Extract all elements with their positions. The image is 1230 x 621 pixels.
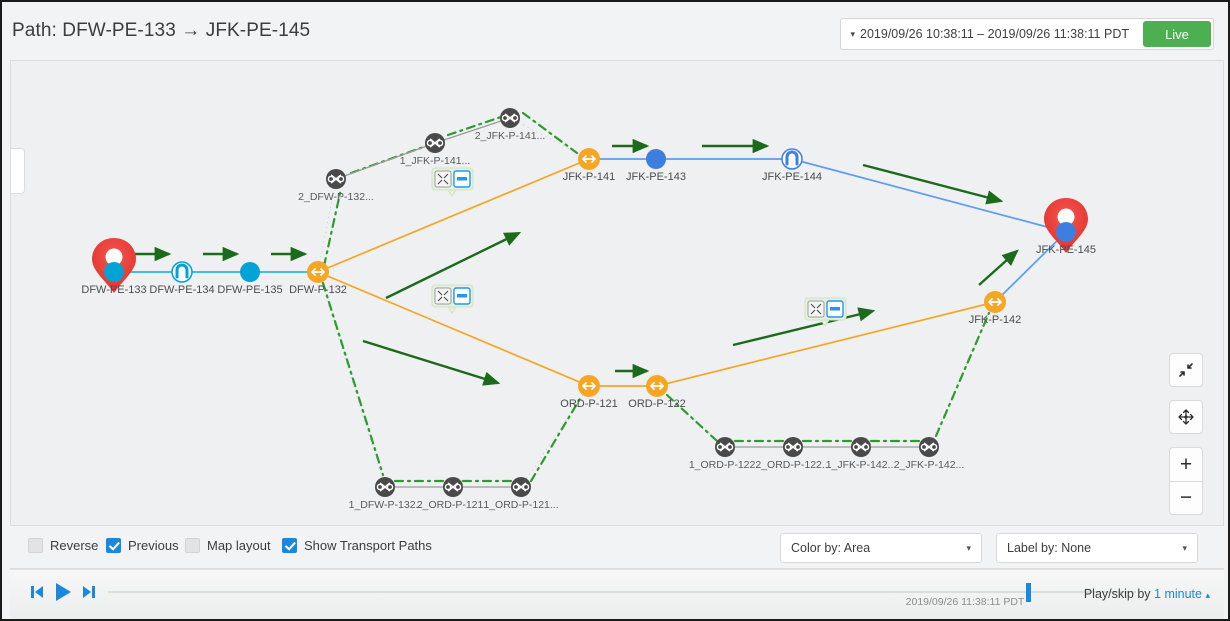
transport-node[interactable]: 2_DFW-P-132... [298, 169, 374, 203]
transport-node[interactable]: 1_JFK-P-141... [400, 133, 471, 167]
date-range-text: 2019/09/26 10:38:11 – 2019/09/26 11:38:1… [860, 27, 1129, 41]
checkbox-map-layout[interactable]: Map layout [185, 538, 271, 553]
path-visualization-window: Path: DFW-PE-133 → JFK-PE-145 ▾ 2019/09/… [0, 0, 1230, 621]
page-title: Path: DFW-PE-133 → JFK-PE-145 [12, 20, 311, 41]
node-ord-p-121[interactable]: ORD-P-121 [560, 375, 618, 410]
play-button[interactable] [52, 581, 74, 603]
checkbox-label: Previous [128, 538, 179, 553]
fit-to-view-icon [434, 170, 452, 188]
node-dfw-pe-133[interactable]: DFW-PE-133 [81, 238, 147, 296]
chevron-down-icon: ▾ [966, 542, 971, 553]
zoom-in-button[interactable]: + [1169, 447, 1203, 481]
header-bar: Path: DFW-PE-133 → JFK-PE-145 ▾ 2019/09/… [2, 2, 1228, 60]
fit-to-view-icon [434, 287, 452, 305]
path-widgets[interactable] [431, 167, 847, 327]
transport-node-label: 2_ORD-P-122... [755, 459, 830, 471]
node-label: DFW-P-132 [289, 284, 347, 296]
zoom-out-button[interactable]: − [1169, 481, 1203, 515]
color-by-label: Color by: Area [791, 541, 871, 555]
live-button[interactable]: Live [1143, 21, 1211, 47]
transport-node-label: 1_DFW-P-132.. [349, 499, 422, 511]
node-dfw-pe-135[interactable]: DFW-PE-135 [217, 262, 283, 296]
skip-to-end-button[interactable] [80, 582, 98, 602]
node-label: ORD-P-122 [628, 398, 685, 410]
transport-node[interactable]: 1_ORD-P-121... [483, 477, 559, 511]
transport-node-label: 2_ORD-P-121.. [417, 499, 489, 511]
node-label: JFK-PE-143 [626, 171, 686, 183]
transport-node[interactable]: 2_ORD-P-121.. [417, 477, 489, 511]
play-skip-prefix: Play/skip by [1083, 587, 1151, 601]
checkbox-box[interactable] [185, 538, 200, 553]
p-router-nodes[interactable]: DFW-P-132 JFK-P-141 JFK-P-142 ORD-P-121 [289, 148, 1021, 410]
color-by-select[interactable]: Color by: Area ▾ [780, 533, 982, 563]
collapse-arrows-icon [1179, 363, 1193, 377]
play-icon [56, 583, 71, 601]
checkbox-show-transport-paths[interactable]: Show Transport Paths [282, 538, 432, 553]
fit-to-view-icon [807, 300, 825, 318]
node-label: ORD-P-121 [560, 398, 617, 410]
four-way-arrow-icon [1178, 409, 1194, 425]
node-jfk-pe-144[interactable]: JFK-PE-144 [762, 148, 822, 183]
transport-node-label: 1_ORD-P-121... [483, 499, 558, 511]
checkbox-box[interactable] [106, 538, 121, 553]
checkbox-reverse[interactable]: Reverse [28, 538, 98, 553]
play-skip-value[interactable]: 1 minute [1154, 587, 1202, 601]
pan-button[interactable] [1169, 400, 1203, 434]
transport-node[interactable]: 2_JFK-P-141... [475, 108, 546, 142]
node-jfk-p-141[interactable]: JFK-P-141 [563, 148, 616, 183]
transport-nodes[interactable]: 2_DFW-P-132... 1_JFK-P-141... 2_JFK-P-14… [298, 108, 964, 511]
chevron-down-icon[interactable]: ▾ [841, 19, 860, 49]
skip-to-end-icon [83, 586, 95, 598]
path-widget-right[interactable] [804, 297, 847, 327]
node-dfw-p-132[interactable]: DFW-P-132 [289, 261, 347, 296]
node-dfw-pe-134[interactable]: DFW-PE-134 [149, 261, 215, 296]
network-path-graph: DFW-P-132 JFK-P-141 JFK-P-142 ORD-P-121 [81, 108, 1096, 511]
path-widget-mid[interactable] [431, 284, 474, 314]
transport-node-label: 1_JFK-P-142... [826, 459, 897, 471]
transport-node[interactable]: 1_DFW-P-132.. [349, 477, 422, 511]
checkbox-box[interactable] [282, 538, 297, 553]
node-jfk-pe-143[interactable]: JFK-PE-143 [626, 149, 686, 183]
node-label: DFW-PE-133 [81, 284, 146, 296]
node-label: JFK-P-141 [563, 171, 616, 183]
link-jfk142-145 [994, 231, 1067, 303]
checkbox-label: Show Transport Paths [304, 538, 432, 553]
node-label: JFK-PE-144 [762, 171, 822, 183]
path-widget-top[interactable] [431, 167, 474, 197]
chevron-up-icon[interactable]: ▴ [1205, 590, 1210, 600]
node-label: DFW-PE-135 [217, 284, 282, 296]
timeline-player-bar: 2019/09/26 11:38:11 PDT Play/skip by 1 m… [10, 569, 1224, 619]
checkbox-box[interactable] [28, 538, 43, 553]
options-bar: Reverse Previous Map layout Show Transpo… [10, 527, 1224, 569]
skip-to-start-icon [31, 586, 43, 598]
drawer-pull-handle[interactable] [11, 148, 25, 194]
checkbox-label: Reverse [50, 538, 99, 553]
node-jfk-p-142[interactable]: JFK-P-142 [969, 291, 1022, 326]
transport-node[interactable]: 1_ORD-P-122.. [689, 437, 761, 471]
skip-to-start-button[interactable] [28, 582, 46, 602]
transport-node-label: 1_ORD-P-122.. [689, 459, 761, 471]
label-by-label: Label by: None [1007, 541, 1092, 555]
node-label: DFW-PE-134 [149, 284, 214, 296]
checkbox-label: Map layout [207, 538, 271, 553]
transport-node[interactable]: 2_ORD-P-122... [755, 437, 831, 471]
node-label: JFK-PE-145 [1036, 244, 1096, 256]
label-by-select[interactable]: Label by: None ▾ [996, 533, 1198, 563]
chevron-down-icon: ▾ [1182, 542, 1187, 553]
timeline-track[interactable] [108, 591, 1136, 593]
checkbox-previous[interactable]: Previous [106, 538, 179, 553]
transport-node-label: 2_JFK-P-142... [894, 459, 965, 471]
date-range-picker[interactable]: ▾ 2019/09/26 10:38:11 – 2019/09/26 11:38… [840, 18, 1214, 50]
transport-node-label: 2_JFK-P-141... [475, 130, 546, 142]
link-jfk144-145 [791, 158, 1067, 233]
node-label: JFK-P-142 [969, 314, 1022, 326]
collapse-expand-button[interactable] [1169, 353, 1203, 387]
timeline-current-time: 2019/09/26 11:38:11 PDT [905, 596, 1025, 608]
graph-canvas[interactable]: DFW-P-132 JFK-P-141 JFK-P-142 ORD-P-121 [10, 60, 1224, 526]
transport-node-label: 2_DFW-P-132... [298, 191, 374, 203]
play-skip-control[interactable]: Play/skip by 1 minute ▴ [1084, 587, 1210, 601]
transport-node-label: 1_JFK-P-141... [400, 155, 471, 167]
